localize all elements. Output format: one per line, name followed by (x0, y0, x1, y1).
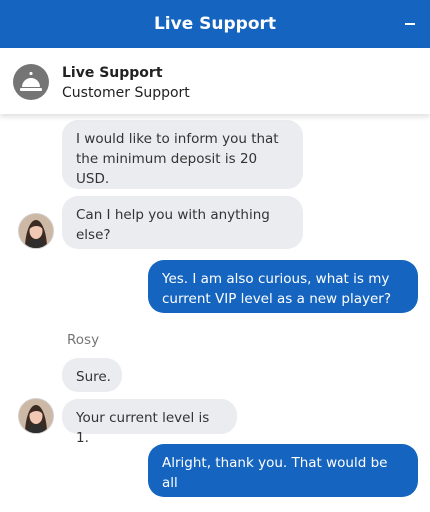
agent-header: Live Support Customer Support (0, 48, 430, 114)
minus-icon (405, 23, 415, 25)
minimize-button[interactable] (400, 12, 420, 36)
agent-name: Live Support (62, 65, 163, 81)
message-bubble-user: Alright, thank you. That would be all (148, 444, 418, 497)
message-bubble-user: Yes. I am also curious, what is my curre… (148, 260, 418, 313)
chat-title-bar: Live Support (0, 0, 430, 48)
agent-avatar (18, 213, 54, 249)
agent-avatar (18, 398, 54, 434)
message-bubble-agent: Can I help you with anything else? (62, 196, 303, 249)
message-bubble-agent: Your current level is 1. (62, 399, 237, 446)
service-bell-icon (13, 64, 49, 100)
message-bubble-agent: I would like to inform you that the mini… (62, 120, 303, 189)
window-title: Live Support (153, 14, 277, 34)
agent-role: Customer Support (62, 85, 190, 101)
message-list[interactable]: I would like to inform you that the mini… (0, 114, 430, 512)
message-bubble-agent: Sure. (62, 358, 122, 392)
sender-name: Rosy (67, 332, 100, 348)
